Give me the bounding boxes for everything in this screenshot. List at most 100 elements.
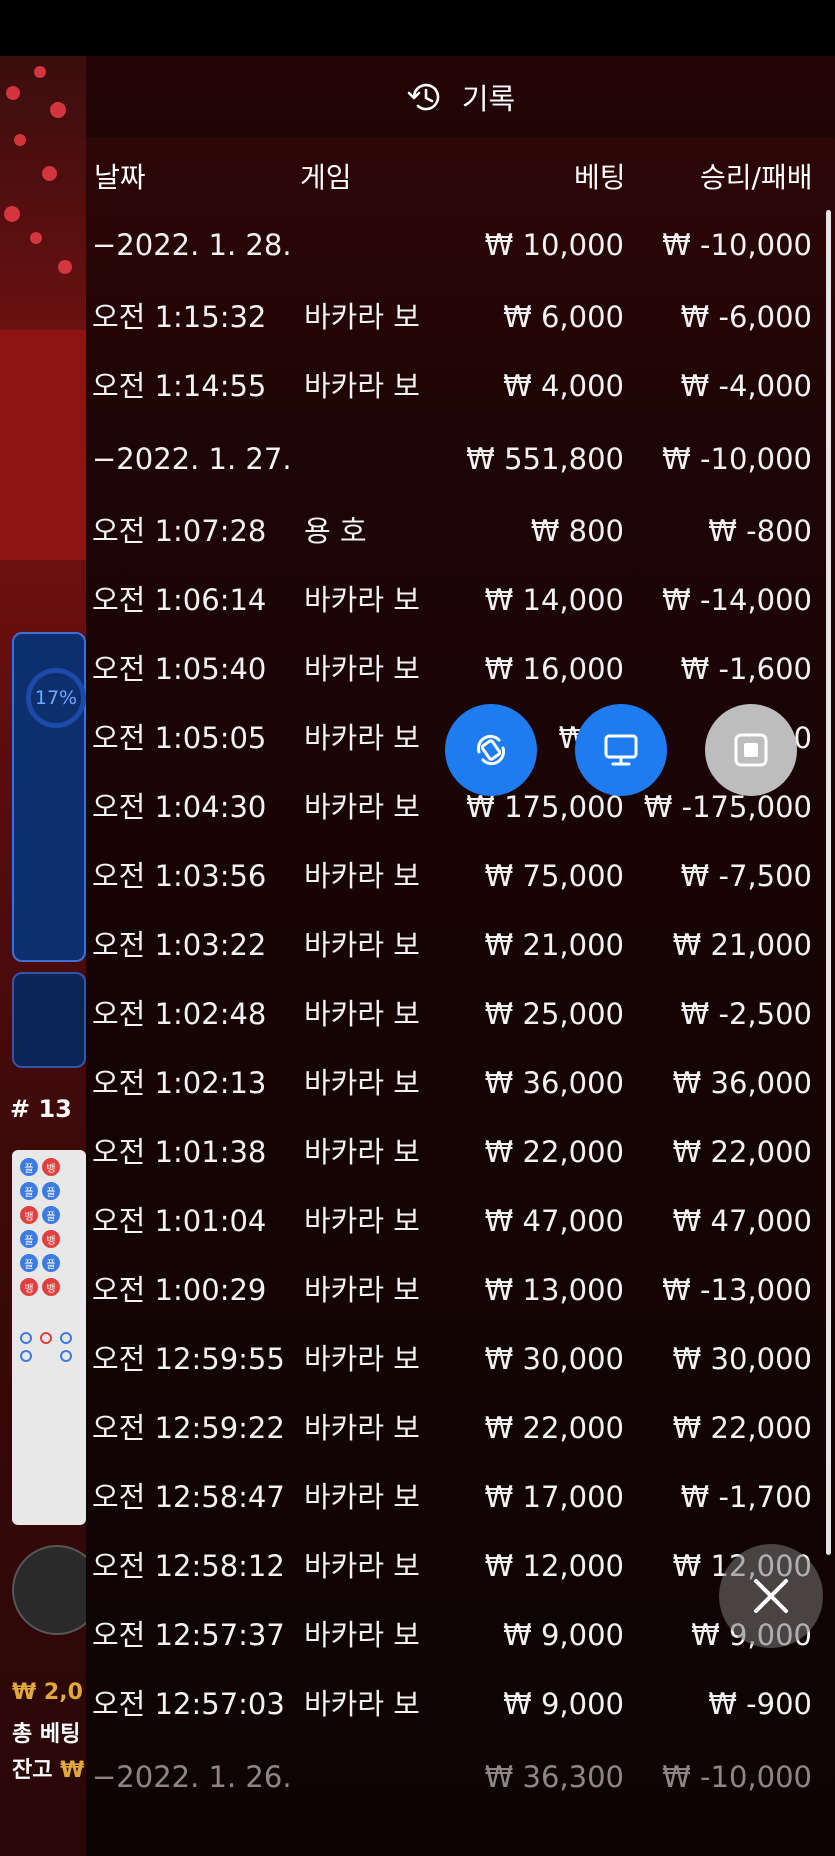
row-winloss: ₩ -13,000 xyxy=(662,1273,812,1307)
history-row: 오전 12:57:03 바카라 보 ₩ 9,000 ₩ -900 xyxy=(86,1670,826,1739)
row-game: 바카라 보 xyxy=(304,652,420,686)
history-row: 오전 1:02:48 바카라 보 ₩ 25,000 ₩ -2,500 xyxy=(86,980,826,1049)
row-game: 바카라 보 xyxy=(304,1549,420,1583)
row-game: 바카라 보 xyxy=(304,790,420,824)
row-date: −2022. 1. 28. xyxy=(92,228,292,262)
row-winloss: ₩ 36,000 xyxy=(672,1066,812,1100)
balance-label: 잔고 xyxy=(12,1758,53,1783)
history-row: 오전 1:03:56 바카라 보 ₩ 75,000 ₩ -7,500 xyxy=(86,842,826,911)
date-group-row[interactable]: −2022. 1. 27. ₩ 551,800 ₩ -10,000 xyxy=(86,421,826,497)
stop-button[interactable] xyxy=(705,704,797,796)
row-winloss: ₩ -2,500 xyxy=(680,997,812,1031)
balance-currency: ₩ xyxy=(60,1758,85,1783)
road-marker: 뱅 xyxy=(20,1278,38,1296)
history-icon xyxy=(407,83,440,111)
road-marker: 뱅 xyxy=(20,1206,38,1224)
bead-road: 플 뱅 플 플 뱅 플 플 뱅 플 플 뱅 뱅 xyxy=(12,1150,86,1525)
game-table xyxy=(0,330,86,560)
row-winloss: ₩ 21,000 xyxy=(672,928,812,962)
blossom-decoration xyxy=(30,232,42,244)
date-group-row[interactable]: −2022. 1. 26. ₩ 36,300 ₩ -10,000 xyxy=(86,1739,826,1815)
monitor-icon xyxy=(604,734,638,766)
road-ring xyxy=(20,1332,32,1344)
row-bet: ₩ 21,000 xyxy=(484,928,624,962)
history-row: 오전 1:03:22 바카라 보 ₩ 21,000 ₩ 21,000 xyxy=(86,911,826,980)
date-group-row[interactable]: −2022. 1. 28. ₩ 10,000 ₩ -10,000 xyxy=(86,207,826,283)
row-date: 오전 1:01:04 xyxy=(92,1204,267,1238)
history-row: 오전 1:01:04 바카라 보 ₩ 47,000 ₩ 47,000 xyxy=(86,1187,826,1256)
row-bet: ₩ 9,000 xyxy=(503,1618,624,1652)
history-list[interactable]: −2022. 1. 28. ₩ 10,000 ₩ -10,000 오전 1:15:32… xyxy=(86,207,826,1815)
row-winloss: ₩ 30,000 xyxy=(672,1342,812,1376)
row-bet: ₩ 16,000 xyxy=(484,652,624,686)
history-row: 오전 12:59:55 바카라 보 ₩ 30,000 ₩ 30,000 xyxy=(86,1325,826,1394)
row-bet: ₩ 22,000 xyxy=(484,1135,624,1169)
close-button[interactable] xyxy=(719,1544,823,1648)
road-marker: 플 xyxy=(20,1158,38,1176)
row-winloss: ₩ 47,000 xyxy=(672,1204,812,1238)
row-date: 오전 1:06:14 xyxy=(92,583,267,617)
road-ring xyxy=(60,1350,72,1362)
panel-title: 기록 xyxy=(461,82,516,116)
row-game: 바카라 보 xyxy=(304,1687,420,1721)
row-game: 바카라 보 xyxy=(304,1135,420,1169)
row-bet: ₩ 36,300 xyxy=(484,1760,624,1794)
progress-percent: 17% xyxy=(26,668,86,728)
row-bet: ₩ 4,000 xyxy=(503,369,624,403)
blossom-decoration xyxy=(4,206,20,222)
column-header-bet[interactable]: 베팅 xyxy=(574,156,626,196)
row-bet: ₩ 47,000 xyxy=(484,1204,624,1238)
row-date: 오전 1:01:38 xyxy=(92,1135,267,1169)
row-winloss: ₩ 22,000 xyxy=(672,1135,812,1169)
road-marker: 뱅 xyxy=(42,1278,60,1296)
bet-card-secondary[interactable] xyxy=(12,972,86,1068)
row-date: −2022. 1. 26. xyxy=(92,1760,292,1794)
history-row: 오전 1:00:29 바카라 보 ₩ 13,000 ₩ -13,000 xyxy=(86,1256,826,1325)
history-row: 오전 1:01:38 바카라 보 ₩ 22,000 ₩ 22,000 xyxy=(86,1118,826,1187)
column-header-date[interactable]: 날짜 xyxy=(94,156,146,196)
blossom-decoration xyxy=(34,66,46,78)
row-date: 오전 1:04:30 xyxy=(92,790,267,824)
road-ring xyxy=(40,1332,52,1344)
blossom-decoration xyxy=(14,134,26,146)
row-game: 바카라 보 xyxy=(304,997,420,1031)
total-bet-amount: ₩ 2,0 xyxy=(12,1680,83,1705)
road-marker: 뱅 xyxy=(42,1158,60,1176)
balance-row: 잔고 ₩ xyxy=(12,1752,84,1784)
row-bet: ₩ 14,000 xyxy=(484,583,624,617)
history-row: 오전 1:15:32 바카라 보 ₩ 6,000 ₩ -6,000 xyxy=(86,283,826,352)
blossom-decoration xyxy=(42,166,57,181)
row-winloss: ₩ -1,600 xyxy=(680,652,812,686)
column-header-game[interactable]: 게임 xyxy=(300,156,352,196)
row-winloss: ₩ -10,000 xyxy=(662,442,812,476)
blossom-decoration xyxy=(50,102,66,118)
row-game: 바카라 보 xyxy=(304,721,420,755)
row-date: 오전 1:00:29 xyxy=(92,1273,267,1307)
row-game: 바카라 보 xyxy=(304,1342,420,1376)
history-row: 오전 1:04:30 바카라 보 ₩ 175,000 ₩ -175,000 xyxy=(86,773,826,842)
stop-icon xyxy=(734,733,768,767)
row-game: 바카라 보 xyxy=(304,928,420,962)
row-date: 오전 1:14:55 xyxy=(92,369,267,403)
panel-header: 기록 xyxy=(86,56,835,138)
history-row: 오전 12:59:22 바카라 보 ₩ 22,000 ₩ 22,000 xyxy=(86,1394,826,1463)
row-date: 오전 12:59:55 xyxy=(92,1342,285,1376)
row-bet: ₩ 17,000 xyxy=(484,1480,624,1514)
row-date: 오전 12:58:12 xyxy=(92,1549,285,1583)
rotate-button[interactable] xyxy=(445,704,537,796)
road-marker: 플 xyxy=(42,1254,60,1272)
scrollbar[interactable] xyxy=(826,210,831,1555)
road-marker: 플 xyxy=(20,1230,38,1248)
row-winloss: ₩ -10,000 xyxy=(662,228,812,262)
screen-button[interactable] xyxy=(575,704,667,796)
history-row: 오전 1:06:14 바카라 보 ₩ 14,000 ₩ -14,000 xyxy=(86,566,826,635)
close-icon xyxy=(754,1579,788,1613)
row-date: 오전 1:03:56 xyxy=(92,859,267,893)
row-winloss: ₩ -14,000 xyxy=(662,583,812,617)
row-date: 오전 1:05:05 xyxy=(92,721,267,755)
row-date: 오전 12:57:37 xyxy=(92,1618,285,1652)
road-marker: 플 xyxy=(20,1182,38,1200)
row-bet: ₩ 800 xyxy=(530,514,624,548)
column-header-winloss[interactable]: 승리/패배 xyxy=(700,156,812,196)
row-game: 용 호 xyxy=(304,514,367,548)
